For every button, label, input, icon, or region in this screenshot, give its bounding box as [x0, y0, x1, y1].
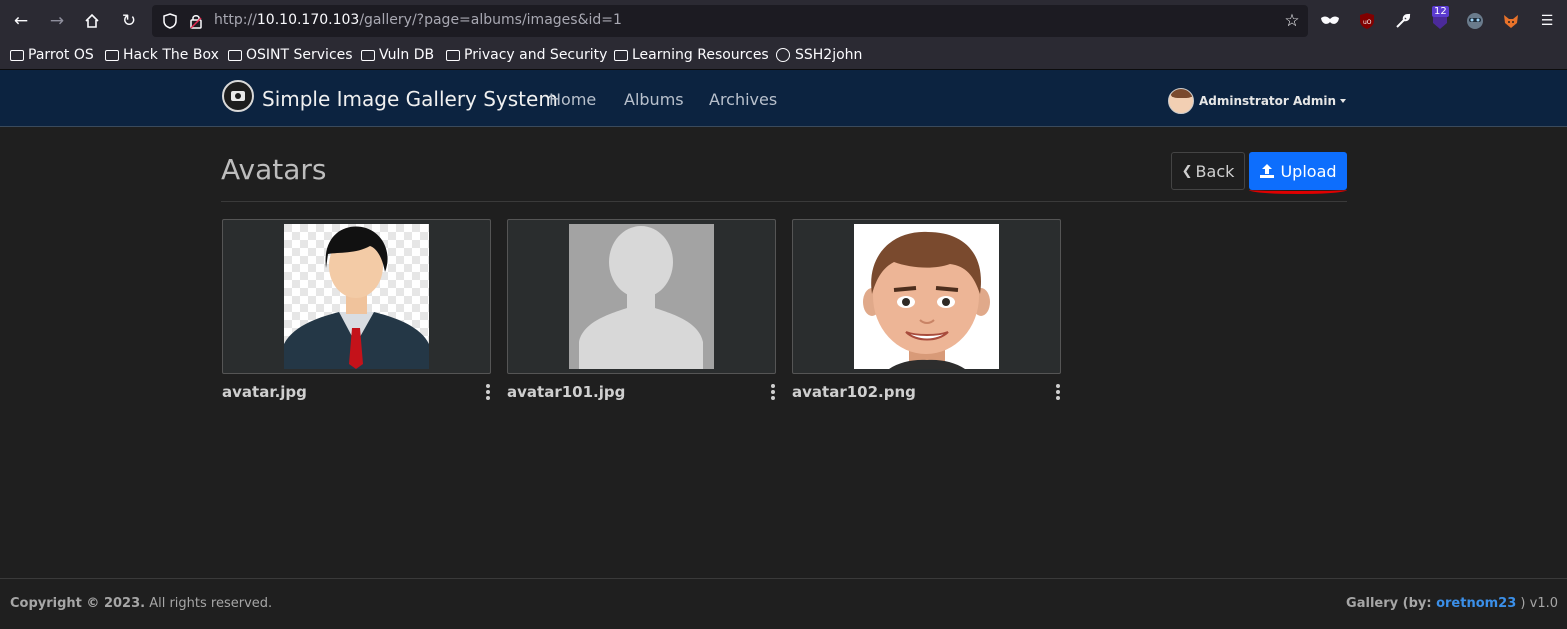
author-link[interactable]: oretnom23	[1436, 596, 1516, 611]
brand-title[interactable]: Simple Image Gallery System	[262, 87, 558, 111]
back-button[interactable]: ❮ Back	[1171, 152, 1245, 190]
hamburger-menu-icon[interactable]: ☰	[1537, 11, 1557, 31]
footer-credit: Gallery (by: oretnom23 ) v1.0	[1346, 596, 1558, 611]
bookmark-learning-resources[interactable]: Learning Resources	[614, 47, 769, 63]
app-navbar: Simple Image Gallery System Home Albums …	[0, 70, 1567, 127]
folder-icon	[614, 49, 628, 61]
bookmark-privacy-security[interactable]: Privacy and Security	[446, 47, 607, 63]
chevron-left-icon: ❮	[1181, 163, 1193, 179]
kebab-menu-icon[interactable]	[771, 384, 775, 400]
bookmark-hack-the-box[interactable]: Hack The Box	[105, 47, 219, 63]
upload-icon	[1259, 163, 1275, 179]
url-text[interactable]: http://10.10.170.103/gallery/?page=album…	[214, 12, 622, 28]
globe-icon	[776, 48, 790, 62]
wrench-icon[interactable]	[1393, 11, 1413, 31]
reload-icon[interactable]: ↻	[117, 9, 141, 33]
mask-icon[interactable]	[1320, 11, 1340, 31]
user-name: Adminstrator Admin	[1199, 94, 1337, 108]
image-card[interactable]	[222, 219, 491, 374]
folder-icon	[105, 49, 119, 61]
divider	[221, 201, 1347, 202]
camera-logo-icon[interactable]	[222, 80, 254, 112]
bookmark-vuln-db[interactable]: Vuln DB	[361, 47, 434, 63]
extension-badge-icon[interactable]: 12	[1430, 6, 1450, 31]
folder-icon	[228, 49, 242, 61]
forward-arrow-icon[interactable]: →	[45, 9, 69, 33]
bookmark-ssh2john[interactable]: SSH2john	[776, 47, 862, 63]
folder-icon	[446, 49, 460, 61]
footer: Copyright © 2023. All rights reserved. G…	[0, 578, 1567, 629]
footer-copyright: Copyright © 2023. All rights reserved.	[10, 596, 273, 611]
nav-home[interactable]: Home	[549, 90, 596, 109]
bookmark-osint-services[interactable]: OSINT Services	[228, 47, 353, 63]
ublock-icon[interactable]: uO	[1357, 11, 1377, 31]
extension-badge-count: 12	[1432, 6, 1449, 17]
back-arrow-icon[interactable]: ←	[9, 9, 33, 33]
page-title: Avatars	[221, 153, 327, 186]
shield-icon[interactable]	[158, 9, 182, 33]
image-thumbnail[interactable]	[284, 224, 429, 369]
folder-icon	[361, 49, 375, 61]
nav-albums[interactable]: Albums	[624, 90, 684, 109]
folder-icon	[10, 49, 24, 61]
user-menu[interactable]: Adminstrator Admin	[1168, 88, 1347, 114]
image-filename[interactable]: avatar.jpg	[222, 383, 307, 401]
svg-text:uO: uO	[1363, 19, 1372, 26]
annotation-underline	[1249, 186, 1347, 194]
bookmarks-bar: Parrot OS Hack The Box OSINT Services Vu…	[0, 42, 1567, 70]
page-info-icon[interactable]	[184, 9, 208, 33]
avatar	[1168, 88, 1194, 114]
foxy-proxy-icon[interactable]	[1501, 11, 1521, 31]
browser-toolbar: ← → ↻ http://10.10.170.103/gallery/?page…	[0, 0, 1567, 42]
upload-button[interactable]: Upload	[1249, 152, 1347, 190]
image-card[interactable]	[507, 219, 776, 374]
privacy-eyes-icon[interactable]	[1465, 11, 1485, 31]
url-bar[interactable]: http://10.10.170.103/gallery/?page=album…	[152, 5, 1308, 37]
bookmark-parrot-os[interactable]: Parrot OS	[10, 47, 94, 63]
nav-archives[interactable]: Archives	[709, 90, 777, 109]
home-icon[interactable]	[80, 9, 104, 33]
star-bookmark-icon[interactable]: ☆	[1280, 9, 1304, 33]
caret-down-icon	[1340, 99, 1347, 103]
image-thumbnail[interactable]	[854, 224, 999, 369]
image-card[interactable]	[792, 219, 1061, 374]
kebab-menu-icon[interactable]	[1056, 384, 1060, 400]
image-filename[interactable]: avatar102.png	[792, 383, 916, 401]
image-thumbnail[interactable]	[569, 224, 714, 369]
image-filename[interactable]: avatar101.jpg	[507, 383, 625, 401]
kebab-menu-icon[interactable]	[486, 384, 490, 400]
